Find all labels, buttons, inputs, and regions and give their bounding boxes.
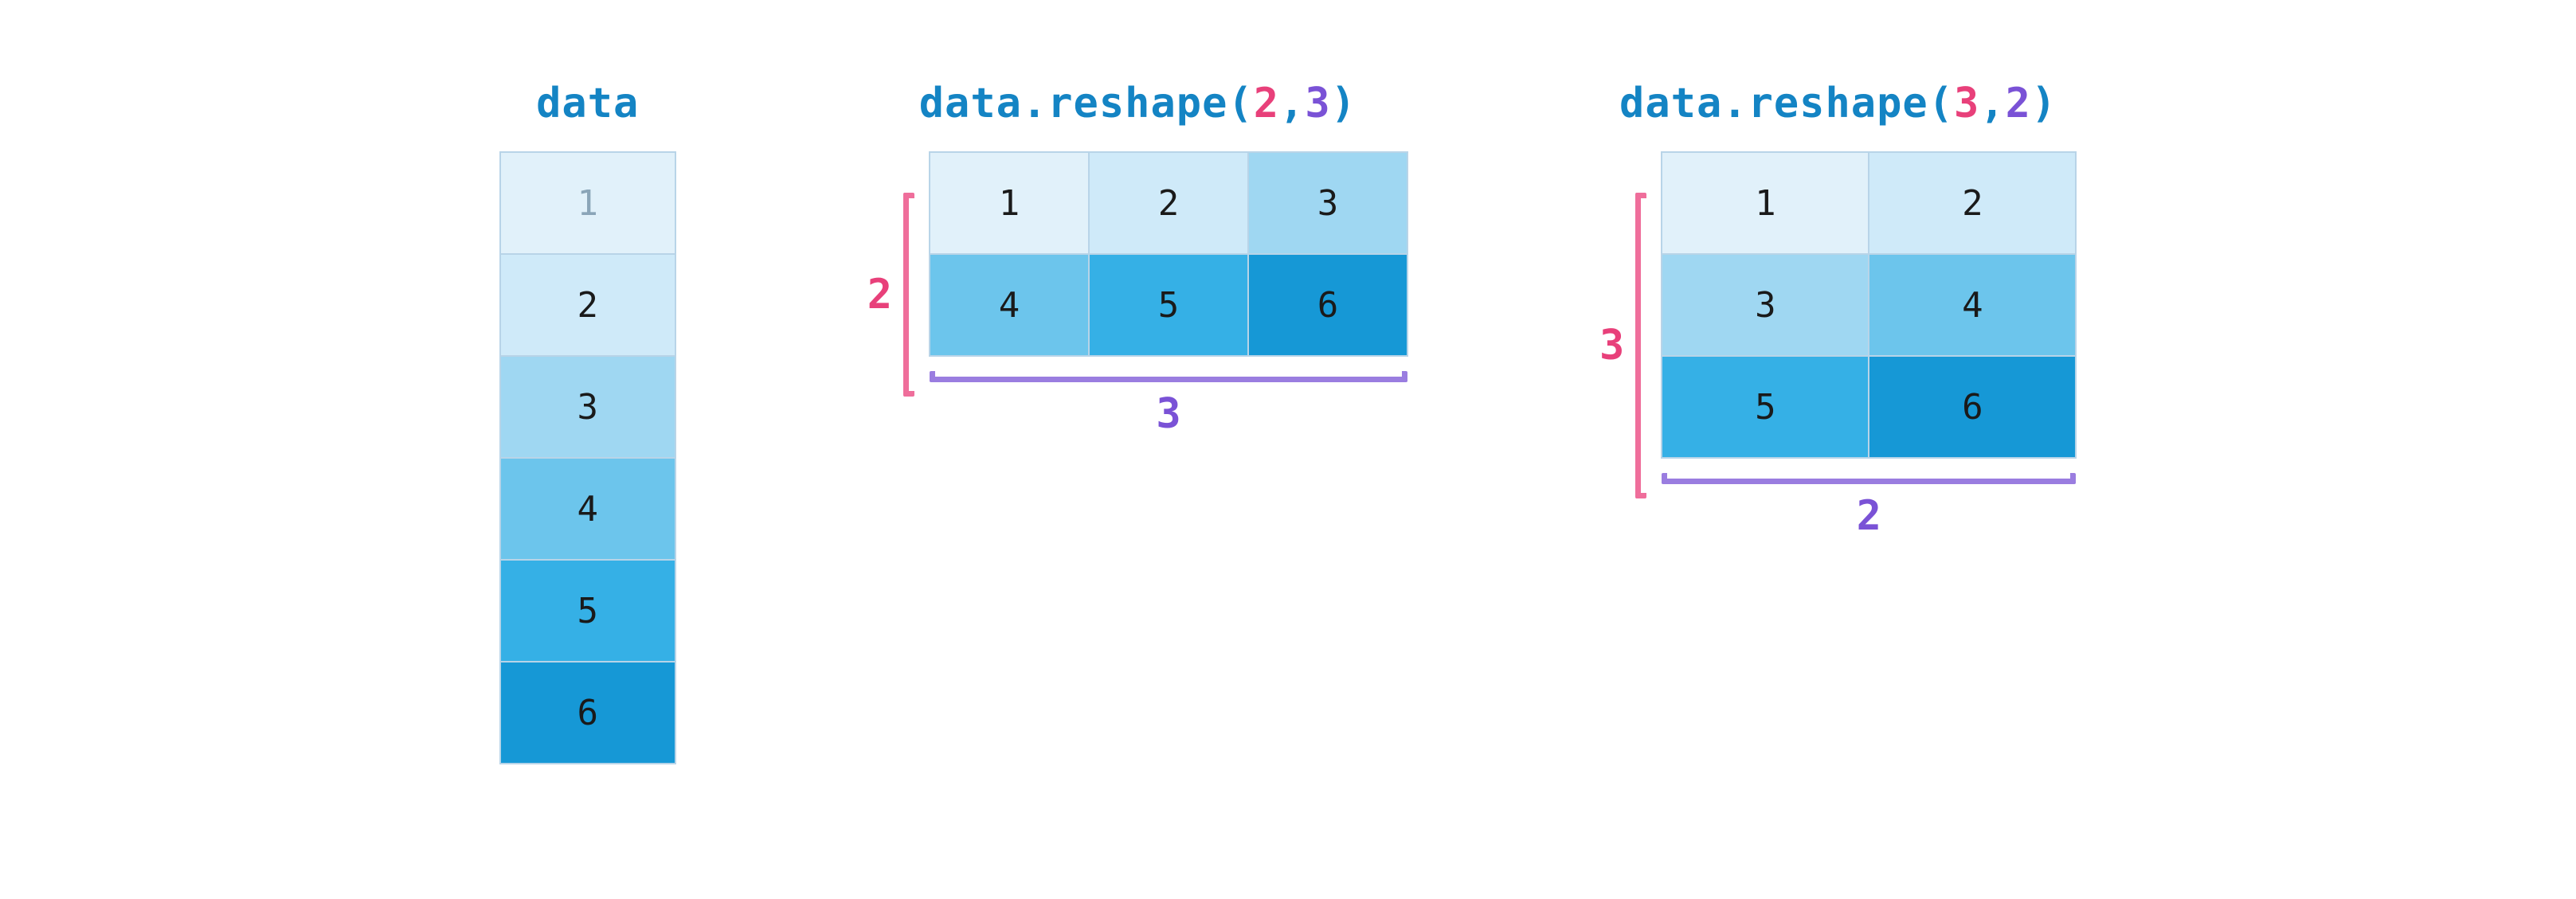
bracket-vertical-icon	[1635, 193, 1646, 498]
cell: 5	[1662, 357, 1869, 459]
cell: 3	[1662, 255, 1869, 357]
grid-2x3: 1 2 3 4 5 6	[929, 151, 1408, 357]
cell: 4	[501, 459, 676, 561]
cell: 3	[1249, 153, 1408, 255]
grid-wrap: 2 1 2 3 4 5 6 3	[867, 151, 1408, 438]
grid-3x2: 1 2 3 4 5 6	[1661, 151, 2077, 459]
col-dimension-label: 2	[1857, 492, 1881, 540]
title-reshape-3-2: data.reshape(3,2)	[1619, 80, 2057, 127]
cell: 3	[501, 357, 676, 459]
cell: 2	[1869, 153, 2077, 255]
cell: 1	[501, 153, 676, 255]
bracket-horizontal-icon	[930, 371, 1407, 382]
bracket-horizontal-icon	[1662, 473, 2076, 484]
cell: 2	[501, 255, 676, 357]
col-dimension: 2	[1662, 473, 2076, 540]
col-dimension-label: 3	[1156, 390, 1180, 438]
cell: 1	[930, 153, 1090, 255]
cell: 4	[1869, 255, 2077, 357]
row-dimension-label: 2	[867, 271, 892, 319]
bracket-vertical-icon	[903, 193, 914, 397]
cell: 2	[1090, 153, 1249, 255]
cell: 4	[930, 255, 1090, 357]
panel-reshape-3-2: data.reshape(3,2) 3 1 2 3 4 5 6 2	[1599, 80, 2077, 540]
cell: 5	[1090, 255, 1249, 357]
cell: 6	[501, 663, 676, 764]
grid-vector: 1 2 3 4 5 6	[499, 151, 676, 764]
row-dimension: 3	[1599, 193, 1646, 498]
cell: 5	[501, 561, 676, 663]
cell: 1	[1662, 153, 1869, 255]
title-reshape-2-3: data.reshape(2,3)	[919, 80, 1357, 127]
grid-wrap: 3 1 2 3 4 5 6 2	[1599, 151, 2077, 540]
panel-reshape-2-3: data.reshape(2,3) 2 1 2 3 4 5 6 3	[867, 80, 1408, 438]
title-vector: data	[536, 80, 639, 127]
row-dimension: 2	[867, 193, 914, 397]
col-dimension: 3	[930, 371, 1407, 438]
cell: 6	[1869, 357, 2077, 459]
diagram-root: data 1 2 3 4 5 6 data.reshape(2,3) 2 1 2…	[0, 0, 2576, 764]
row-dimension-label: 3	[1599, 322, 1624, 369]
cell: 6	[1249, 255, 1408, 357]
panel-vector: data 1 2 3 4 5 6	[499, 80, 676, 764]
